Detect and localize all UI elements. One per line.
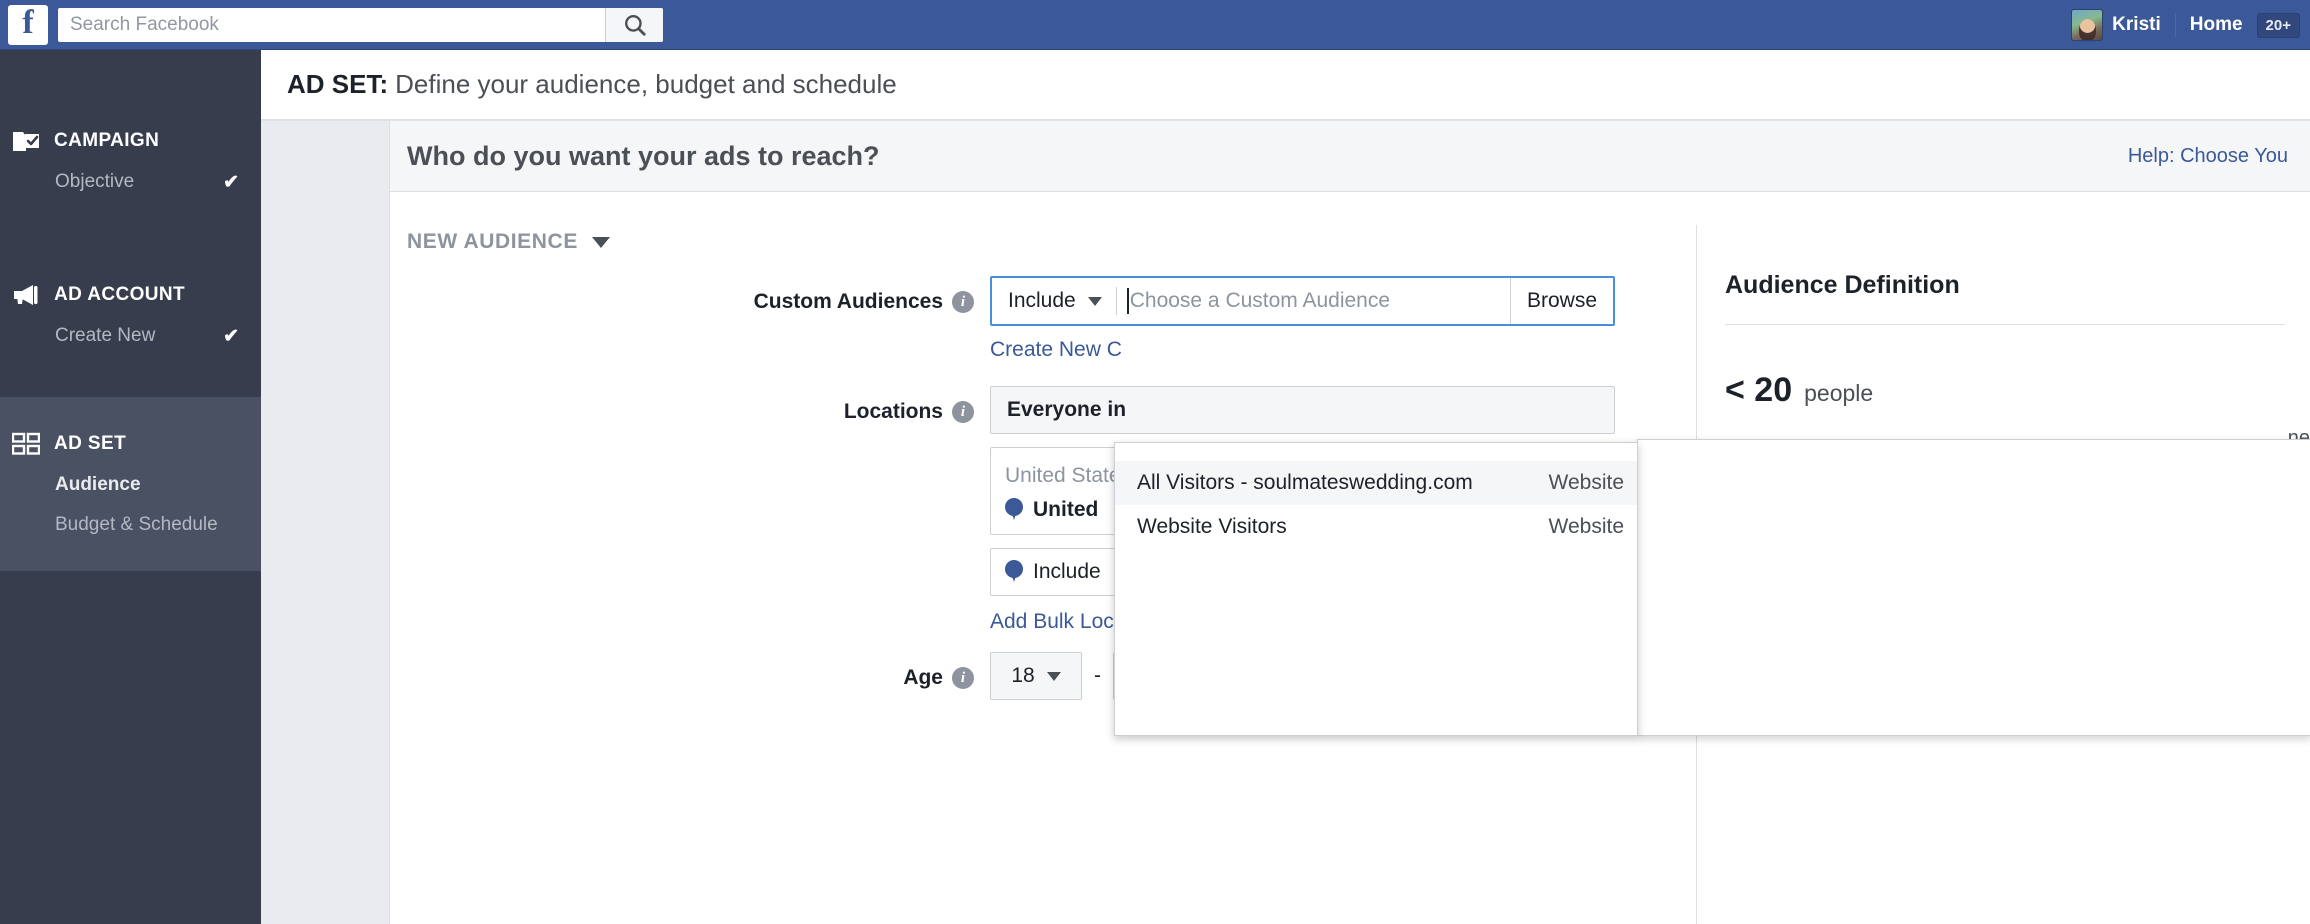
audience-definition-title: Audience Definition <box>1725 271 2310 300</box>
add-bulk-locations-link[interactable]: Add Bulk Loca <box>990 610 1125 634</box>
reach-number: < 20 <box>1725 371 1792 410</box>
sidebar-item-audience[interactable]: Audience <box>0 465 261 505</box>
audience-selector-label: NEW AUDIENCE <box>407 230 578 254</box>
sidebar-item-label: Audience <box>55 474 141 496</box>
chevron-down-icon <box>1088 297 1102 306</box>
check-icon: ✔ <box>223 325 239 348</box>
label-locations: Locations i <box>390 386 990 438</box>
sidebar-label-ad-set: AD SET <box>54 433 126 455</box>
create-new-custom-audience-link[interactable]: Create New C <box>990 338 1122 362</box>
chevron-down-icon <box>1047 672 1061 681</box>
left-sidebar: CAMPAIGN Objective ✔ AD ACCOUNT Create N… <box>0 50 261 924</box>
divider <box>1725 324 2285 325</box>
chevron-down-icon[interactable] <box>592 237 610 248</box>
typeahead-option-name: Website Visitors <box>1137 515 1287 539</box>
sidebar-item-budget-schedule[interactable]: Budget & Schedule <box>0 505 261 545</box>
sidebar-item-label: Budget & Schedule <box>55 514 218 536</box>
typeahead-option-type: Website <box>1549 471 1624 495</box>
custom-audience-typeahead-dropdown: All Visitors - soulmateswedding.com Webs… <box>1114 442 1638 736</box>
search-input[interactable] <box>58 9 605 41</box>
typeahead-option-all-visitors[interactable]: All Visitors - soulmateswedding.com Webs… <box>1115 461 1637 505</box>
audience-card: Who do you want your ads to reach? Help:… <box>389 121 2310 924</box>
audience-reach-estimate: < 20 people <box>1725 371 2310 410</box>
selected-location-label: United <box>1033 498 1098 522</box>
adset-header-subtitle: Define your audience, budget and schedul… <box>395 69 897 100</box>
sidebar-block-ad-set: AD SET Audience Budget & Schedule <box>0 397 261 571</box>
check-icon: ✔ <box>223 171 239 194</box>
sidebar-item-label: Create New <box>55 325 155 347</box>
sidebar-header-ad-account[interactable]: AD ACCOUNT <box>0 274 261 316</box>
sidebar-label-ad-account: AD ACCOUNT <box>54 284 185 306</box>
age-min-dropdown[interactable]: 18 <box>990 652 1082 700</box>
sidebar-block-ad-account: AD ACCOUNT Create New ✔ <box>0 274 261 356</box>
search-button[interactable] <box>605 8 663 42</box>
location-pin-icon <box>1005 498 1023 522</box>
card-header: Who do you want your ads to reach? Help:… <box>390 121 2310 192</box>
info-icon[interactable]: i <box>952 291 974 313</box>
label-text: Locations <box>844 400 943 424</box>
label-text: Custom Audiences <box>754 290 943 314</box>
info-icon[interactable]: i <box>952 401 974 423</box>
content-wrapper: Who do you want your ads to reach? Help:… <box>261 121 2310 924</box>
profile-link[interactable]: Kristi <box>2057 0 2175 50</box>
search-bar <box>58 8 663 42</box>
locations-scope-dropdown[interactable]: Everyone in <box>990 386 1615 434</box>
locations-scope-value: Everyone in <box>1007 398 1126 422</box>
label-custom-audiences: Custom Audiences i <box>390 276 990 328</box>
sidebar-item-create-new[interactable]: Create New ✔ <box>0 316 261 356</box>
sidebar-header-campaign[interactable]: CAMPAIGN <box>0 120 261 162</box>
adset-page-header: AD SET: Define your audience, budget and… <box>261 50 2310 120</box>
help-choose-audience-link[interactable]: Help: Choose You <box>2128 145 2288 168</box>
avatar <box>2071 9 2103 41</box>
age-range-dash: - <box>1094 664 1101 688</box>
include-exclude-dropdown[interactable]: Include <box>992 278 1116 324</box>
search-icon <box>622 12 648 38</box>
notification-badge[interactable]: 20+ <box>2257 13 2300 38</box>
location-pin-icon <box>1005 560 1023 584</box>
sidebar-item-objective[interactable]: Objective ✔ <box>0 162 261 202</box>
sidebar-header-ad-set[interactable]: AD SET <box>0 423 261 465</box>
reach-word: people <box>1804 380 1873 407</box>
label-age: Age i <box>390 652 990 704</box>
main-content: AD SET: Define your audience, budget and… <box>261 50 2310 924</box>
adset-header-prefix: AD SET: <box>287 69 388 100</box>
typeahead-option-name: All Visitors - soulmateswedding.com <box>1137 471 1473 495</box>
campaign-folder-check-icon <box>12 128 40 154</box>
include-label: Include <box>1008 289 1076 313</box>
text-cursor <box>1127 288 1129 314</box>
label-text: Age <box>903 666 943 690</box>
megaphone-icon <box>12 282 40 308</box>
typeahead-option-website-visitors[interactable]: Website Visitors Website <box>1115 505 1637 549</box>
sidebar-block-campaign: CAMPAIGN Objective ✔ <box>0 120 261 202</box>
browse-button[interactable]: Browse <box>1510 278 1613 324</box>
grid-squares-icon <box>12 431 40 457</box>
facebook-top-navbar: f Kristi Home 20+ <box>0 0 2310 50</box>
info-icon[interactable]: i <box>952 667 974 689</box>
facebook-logo-icon[interactable]: f <box>8 5 48 45</box>
page-title: Who do you want your ads to reach? <box>407 141 880 172</box>
custom-audience-input-group: Include Choose a Custom Audience Browse <box>990 276 1615 326</box>
sidebar-item-label: Objective <box>55 171 134 193</box>
age-min-value: 18 <box>1011 664 1034 688</box>
topbar-right-cluster: Kristi Home 20+ <box>2057 0 2310 50</box>
custom-audience-search-input[interactable]: Choose a Custom Audience <box>1117 288 1510 314</box>
profile-name: Kristi <box>2112 14 2161 36</box>
custom-audience-placeholder: Choose a Custom Audience <box>1130 289 1390 313</box>
location-include-label: Include <box>1033 560 1101 584</box>
dropdown-overlay-panel <box>1637 439 2310 736</box>
typeahead-option-type: Website <box>1549 515 1624 539</box>
home-link[interactable]: Home <box>2176 14 2257 36</box>
sidebar-label-campaign: CAMPAIGN <box>54 130 159 152</box>
